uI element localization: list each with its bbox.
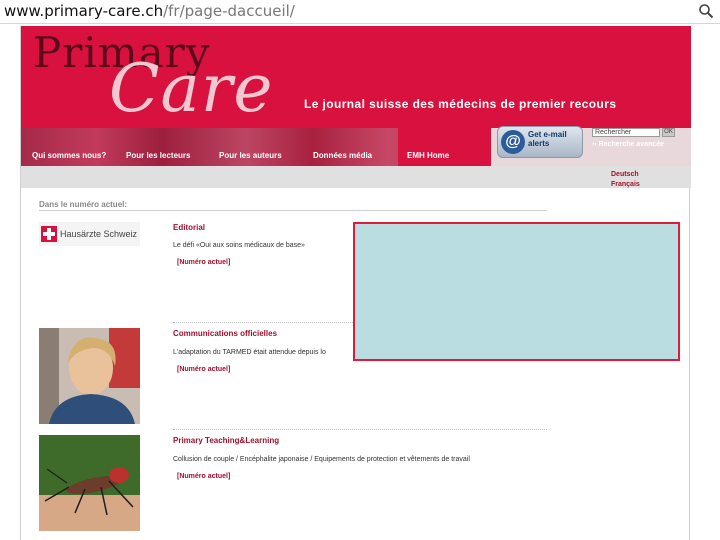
logo-caption: Hausärzte Schweiz	[60, 229, 138, 239]
article-3-text[interactable]: Collusion de couple / Encéphalite japona…	[173, 456, 470, 463]
nav-item-lecteurs[interactable]: Pour les lecteurs	[126, 151, 190, 160]
section-divider	[39, 210, 547, 211]
mosquito-photo	[39, 435, 140, 531]
article-2-category[interactable]: Communications officielles	[173, 329, 277, 338]
page-frame: Primary Care Le journal suisse des médec…	[20, 26, 691, 540]
email-alerts-button[interactable]: @ Get e-mail alerts	[497, 126, 583, 158]
address-bar[interactable]: www.primary-care.ch/fr/page-daccueil/	[0, 0, 720, 24]
site-tagline: Le journal suisse des médecins de premie…	[304, 97, 617, 111]
search-button[interactable]: OK	[662, 128, 675, 137]
article-divider	[173, 429, 547, 430]
lang-francais[interactable]: Français	[611, 181, 640, 188]
search-input[interactable]: Rechercher	[592, 128, 660, 137]
article-1-category[interactable]: Editorial	[173, 223, 205, 232]
nav-item-donnees-media[interactable]: Données média	[313, 151, 372, 160]
url-text[interactable]: www.primary-care.ch/fr/page-daccueil/	[4, 2, 295, 20]
article-1-text[interactable]: Le défi «Oui aux soins médicaux de base»	[173, 242, 305, 249]
nav-item-emh-home[interactable]: EMH Home	[407, 151, 449, 160]
article-2-text[interactable]: L'adaptation du TARMED était attendue de…	[173, 349, 326, 356]
article-3-link[interactable]: [Numéro actuel]	[177, 473, 230, 480]
url-host: www.primary-care.ch	[4, 2, 164, 20]
section-title: Dans le numéro actuel:	[39, 200, 128, 209]
highlight-overlay-box	[353, 222, 680, 361]
article-1-link[interactable]: [Numéro actuel]	[177, 259, 230, 266]
nav-item-qui-sommes-nous[interactable]: Qui sommes nous?	[32, 151, 106, 160]
lang-deutsch[interactable]: Deutsch	[611, 171, 639, 178]
nav-band	[21, 128, 691, 166]
article-2-link[interactable]: [Numéro actuel]	[177, 366, 230, 373]
at-sign-icon: @	[501, 130, 525, 154]
portrait-photo	[39, 328, 140, 424]
logo-care[interactable]: Care	[109, 50, 273, 127]
magnifier-icon[interactable]	[698, 3, 714, 19]
article-3-category[interactable]: Primary Teaching&Learning	[173, 436, 279, 445]
site-header: Primary Care Le journal suisse des médec…	[21, 26, 691, 128]
url-path: /fr/page-daccueil/	[163, 2, 295, 20]
advanced-search-link[interactable]: ›› Recherche avancée	[592, 141, 664, 148]
hausaerzte-schweiz-logo: Hausärzte Schweiz	[39, 222, 140, 246]
nav-item-auteurs[interactable]: Pour les auteurs	[219, 151, 282, 160]
gray-divider-bar	[21, 166, 691, 188]
email-alerts-label: Get e-mail alerts	[528, 130, 567, 148]
nav-active-highlight	[398, 128, 491, 166]
